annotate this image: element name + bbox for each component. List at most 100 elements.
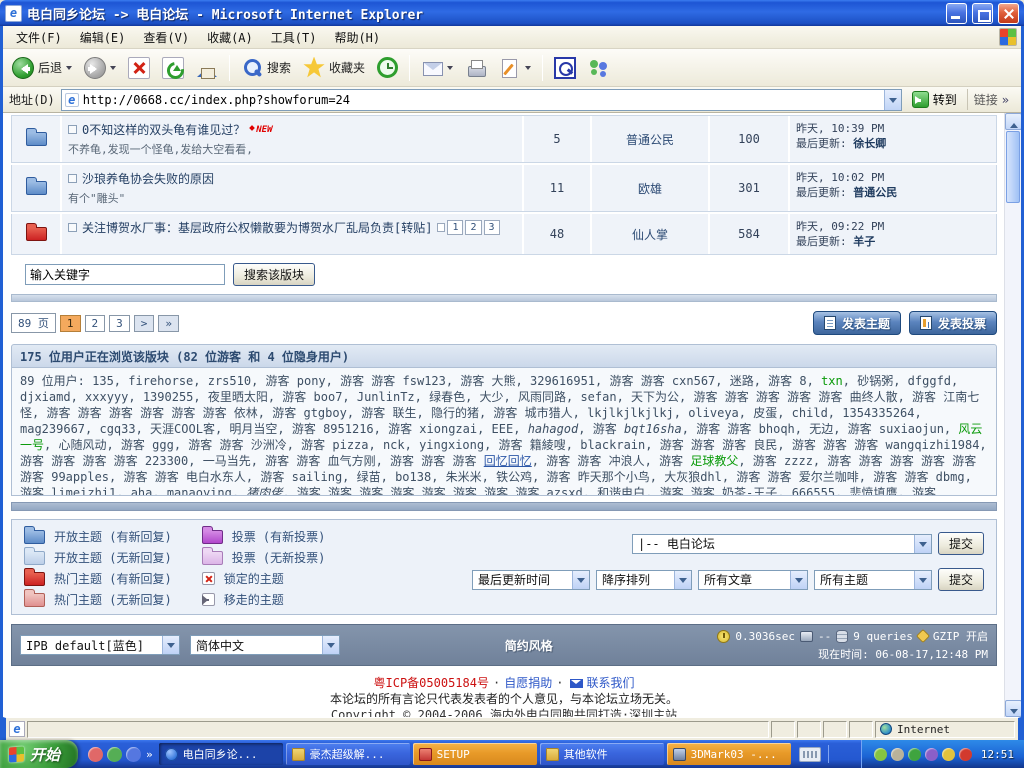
status-panel bbox=[823, 721, 847, 738]
donate-link[interactable]: 自愿捐助 bbox=[504, 676, 552, 690]
search-forum-button[interactable]: 搜索该版块 bbox=[233, 263, 315, 286]
lite-style-link[interactable]: 简约风格 bbox=[340, 637, 717, 654]
taskbar-button[interactable]: 豪杰超级解... bbox=[286, 743, 410, 765]
status-panel bbox=[797, 721, 821, 738]
edit-button[interactable] bbox=[494, 54, 536, 82]
forum-jump-select[interactable]: |-- 电白论坛 bbox=[632, 534, 932, 554]
scroll-up-button[interactable] bbox=[1005, 113, 1021, 130]
quick-launch-icon-1[interactable] bbox=[88, 747, 103, 762]
filter-submit-button[interactable]: 提交 bbox=[938, 568, 984, 591]
mail-button[interactable] bbox=[416, 54, 458, 82]
security-alert-icon[interactable] bbox=[959, 748, 972, 761]
messenger-button[interactable] bbox=[583, 54, 615, 82]
menu-item[interactable]: 编辑(E) bbox=[71, 27, 135, 48]
go-button[interactable]: 转到 bbox=[908, 91, 961, 108]
back-dropdown-icon[interactable] bbox=[66, 66, 72, 73]
print-button[interactable] bbox=[460, 54, 492, 82]
forum-jump-submit-button[interactable]: 提交 bbox=[938, 532, 984, 555]
folder-lightred-icon bbox=[24, 593, 45, 607]
forward-dropdown-icon[interactable] bbox=[110, 66, 116, 73]
qq-app-button[interactable] bbox=[549, 54, 581, 82]
keyboard-layout-icon[interactable] bbox=[799, 747, 821, 762]
menu-item[interactable]: 工具(T) bbox=[262, 27, 326, 48]
topic-page-link[interactable]: 3 bbox=[484, 220, 500, 235]
topic-replies: 5 bbox=[522, 116, 590, 162]
taskbar-separator bbox=[828, 745, 829, 763]
forward-button[interactable] bbox=[79, 54, 121, 82]
back-button[interactable]: 后退 bbox=[7, 54, 77, 82]
sort-by-select[interactable]: 最后更新时间 bbox=[472, 570, 590, 590]
address-dropdown-button[interactable] bbox=[884, 90, 901, 110]
topic-last-user-link[interactable]: 徐长卿 bbox=[853, 137, 886, 150]
contact-link[interactable]: 联系我们 bbox=[586, 676, 634, 690]
gzip-icon bbox=[916, 629, 930, 643]
topic-author-link[interactable]: 普通公民 bbox=[626, 131, 674, 148]
filter-topics-select[interactable]: 所有主题 bbox=[814, 570, 932, 590]
scroll-down-button[interactable] bbox=[1005, 700, 1021, 717]
start-button[interactable]: 开始 bbox=[0, 740, 78, 768]
table-footer-band bbox=[11, 294, 997, 302]
chevron-down-icon bbox=[674, 571, 691, 589]
folder-task-icon bbox=[292, 748, 305, 761]
menu-item[interactable]: 查看(V) bbox=[134, 27, 198, 48]
language-value: 简体中文 bbox=[196, 637, 322, 654]
network-icon[interactable] bbox=[942, 748, 955, 761]
links-button[interactable]: 链接 » bbox=[967, 89, 1015, 110]
legend-label: 投票 (无新投票) bbox=[232, 549, 326, 566]
address-input[interactable]: e http://0668.cc/index.php?showforum=24 bbox=[61, 89, 902, 111]
taskbar-button[interactable]: 电白同乡论... bbox=[159, 743, 283, 765]
maximize-button[interactable] bbox=[972, 3, 993, 24]
refresh-button[interactable] bbox=[157, 54, 189, 82]
topic-page-link[interactable]: 2 bbox=[465, 220, 481, 235]
topic-title-link[interactable]: 沙琅养龟协会失败的原因 bbox=[82, 170, 214, 187]
antivirus-icon[interactable] bbox=[925, 748, 938, 761]
quick-launch-more-icon[interactable]: » bbox=[146, 748, 153, 761]
browsing-users-header: 175 位用户正在浏览该版块 (82 位游客 和 4 位隐身用户) bbox=[11, 344, 997, 368]
volume-icon[interactable] bbox=[891, 748, 904, 761]
cd-icon[interactable] bbox=[874, 748, 887, 761]
taskbar-button[interactable]: SETUP bbox=[413, 743, 537, 765]
quick-launch-icon-3[interactable] bbox=[126, 747, 141, 762]
page-link[interactable]: 2 bbox=[85, 315, 106, 332]
topic-last-user-link[interactable]: 羊子 bbox=[853, 235, 875, 248]
favorites-button[interactable]: 收藏夹 bbox=[298, 54, 370, 82]
topic-author-link[interactable]: 欧雄 bbox=[638, 180, 662, 197]
topic-folder-icon bbox=[26, 132, 47, 146]
page-link[interactable]: 1 bbox=[60, 315, 81, 332]
topic-author-link[interactable]: 仙人掌 bbox=[632, 226, 668, 243]
taskbar-button[interactable]: 3DMark03 -... bbox=[667, 743, 791, 765]
scrollbar-thumb[interactable] bbox=[1006, 131, 1020, 203]
page-link[interactable]: > bbox=[134, 315, 155, 332]
home-button[interactable] bbox=[191, 54, 223, 82]
taskbar-button[interactable]: 其他软件 bbox=[540, 743, 664, 765]
mail-dropdown-icon[interactable] bbox=[447, 66, 453, 73]
update-icon[interactable] bbox=[908, 748, 921, 761]
topic-title-link[interactable]: 0不知这样的双头龟有谁见过？ bbox=[82, 121, 245, 138]
menu-item[interactable]: 帮助(H) bbox=[325, 27, 389, 48]
legend-label: 热门主题 (有新回复) bbox=[54, 570, 172, 587]
page-link[interactable]: » bbox=[158, 315, 179, 332]
minimize-button[interactable] bbox=[946, 3, 967, 24]
close-button[interactable] bbox=[998, 3, 1019, 24]
sort-direction-select[interactable]: 降序排列 bbox=[596, 570, 692, 590]
history-button[interactable] bbox=[372, 54, 403, 81]
menu-item[interactable]: 文件(F) bbox=[7, 27, 71, 48]
chevron-down-icon bbox=[914, 535, 931, 553]
language-select[interactable]: 简体中文 bbox=[190, 635, 340, 655]
page-link[interactable]: 3 bbox=[109, 315, 130, 332]
filter-articles-select[interactable]: 所有文章 bbox=[698, 570, 808, 590]
topic-last-user-link[interactable]: 普通公民 bbox=[853, 186, 897, 199]
stop-button[interactable] bbox=[123, 54, 155, 82]
topic-title-link[interactable]: 关注博贺水厂事：基层政府公权懒散要为博贺水厂乱局负责[转贴] bbox=[82, 219, 432, 236]
skin-select[interactable]: IPB default[蓝色] bbox=[20, 635, 180, 655]
topic-page-link[interactable]: 1 bbox=[447, 220, 463, 235]
search-button[interactable]: 搜索 bbox=[236, 54, 296, 82]
vertical-scrollbar[interactable] bbox=[1004, 113, 1021, 717]
keyword-search-input[interactable] bbox=[25, 264, 225, 285]
edit-dropdown-icon[interactable] bbox=[525, 66, 531, 73]
new-topic-button[interactable]: 发表主题 bbox=[813, 311, 901, 335]
menu-item[interactable]: 收藏(A) bbox=[198, 27, 262, 48]
toolbar-separator bbox=[542, 55, 543, 81]
quick-launch-icon-2[interactable] bbox=[107, 747, 122, 762]
new-poll-button[interactable]: 发表投票 bbox=[909, 311, 997, 335]
